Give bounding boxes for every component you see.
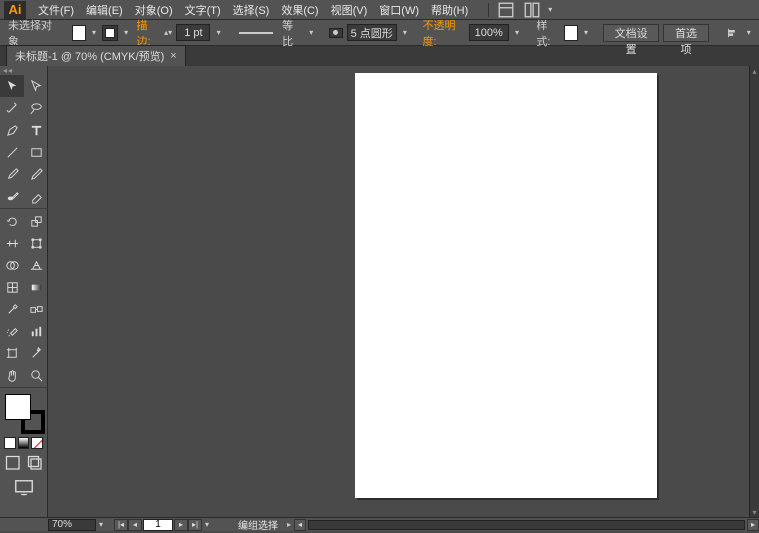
document-setup-button[interactable]: 文档设置 (603, 24, 659, 42)
fill-color-box[interactable] (5, 394, 31, 420)
rectangle-tool[interactable] (24, 141, 48, 163)
first-artboard-button[interactable]: |◂ (114, 519, 128, 531)
blend-tool[interactable] (24, 298, 48, 320)
stroke-weight-stepper[interactable]: ▴▾ (164, 24, 173, 41)
tool-separator (0, 387, 48, 388)
menu-window[interactable]: 窗口(W) (373, 0, 425, 20)
layout-icon[interactable] (497, 1, 515, 19)
selection-status-label: 未选择对象 (6, 17, 57, 49)
perspective-grid-tool[interactable] (24, 254, 48, 276)
document-tab-title: 未标题-1 @ 70% (CMYK/预览) (15, 48, 164, 64)
slice-tool[interactable] (24, 342, 48, 364)
brush-definition-input[interactable] (347, 24, 397, 41)
style-dropdown-icon[interactable]: ▾ (582, 25, 591, 41)
menu-select[interactable]: 选择(S) (227, 0, 276, 20)
type-tool[interactable] (24, 119, 48, 141)
style-label: 样式: (534, 17, 559, 49)
brush-dropdown-icon[interactable]: ▾ (401, 25, 410, 41)
free-transform-tool[interactable] (24, 232, 48, 254)
stroke-weight-input[interactable] (176, 24, 210, 41)
align-icon[interactable] (725, 26, 737, 40)
mesh-tool[interactable] (0, 276, 24, 298)
tools-panel: ◂◂ (0, 66, 48, 517)
stroke-swatch[interactable] (102, 25, 118, 41)
artboard-nav-dropdown-icon[interactable]: ▾ (202, 517, 212, 533)
close-tab-icon[interactable]: × (170, 50, 176, 62)
hscroll-right-icon[interactable]: ▸ (747, 519, 759, 531)
artboard-tool[interactable] (0, 342, 24, 364)
status-bar: 70% ▾ |◂ ◂ ▸ ▸| ▾ 编组选择 ▸ ◂ ▸ (0, 517, 759, 531)
scale-tool[interactable] (24, 210, 48, 232)
menu-bar: Ai 文件(F) 编辑(E) 对象(O) 文字(T) 选择(S) 效果(C) 视… (0, 0, 759, 20)
draw-normal-icon[interactable] (4, 455, 22, 471)
brush-preview[interactable] (329, 28, 343, 38)
tool-separator (0, 208, 48, 209)
shape-builder-tool[interactable] (0, 254, 24, 276)
lasso-tool[interactable] (24, 97, 48, 119)
artboard[interactable] (355, 73, 657, 498)
prev-artboard-button[interactable]: ◂ (128, 519, 142, 531)
eyedropper-tool[interactable] (0, 298, 24, 320)
scroll-down-icon[interactable]: ▾ (750, 507, 759, 517)
selection-tool[interactable] (0, 75, 24, 97)
width-tool[interactable] (0, 232, 24, 254)
next-artboard-button[interactable]: ▸ (174, 519, 188, 531)
hscroll-left-icon[interactable]: ◂ (294, 519, 306, 531)
main-area: ◂◂ (0, 66, 759, 517)
canvas[interactable] (48, 66, 759, 517)
stroke-label[interactable]: 描边: (134, 17, 159, 49)
last-artboard-button[interactable]: ▸| (188, 519, 202, 531)
stroke-weight-dropdown-icon[interactable]: ▾ (214, 25, 223, 41)
draw-behind-icon[interactable] (26, 455, 44, 471)
document-tab[interactable]: 未标题-1 @ 70% (CMYK/预览) × (6, 45, 186, 66)
opacity-dropdown-icon[interactable]: ▾ (513, 25, 522, 41)
symbol-sprayer-tool[interactable] (0, 320, 24, 342)
preferences-button[interactable]: 首选项 (663, 24, 709, 42)
paintbrush-tool[interactable] (0, 163, 24, 185)
line-tool[interactable] (0, 141, 24, 163)
align-dropdown-icon[interactable]: ▾ (744, 25, 753, 41)
opacity-input[interactable] (469, 24, 509, 41)
direct-selection-tool[interactable] (24, 75, 48, 97)
stroke-dropdown-icon[interactable]: ▾ (122, 25, 131, 41)
status-menu-icon[interactable]: ▸ (284, 517, 294, 533)
gradient-mode-swatch[interactable] (18, 437, 30, 449)
uniform-label: 等比 (280, 17, 303, 49)
column-graph-tool[interactable] (24, 320, 48, 342)
stroke-profile-preview[interactable] (239, 32, 273, 34)
zoom-tool[interactable] (24, 364, 48, 386)
pencil-tool[interactable] (24, 163, 48, 185)
blob-brush-tool[interactable] (0, 185, 24, 207)
zoom-level-input[interactable]: 70% (48, 519, 96, 531)
document-tab-bar: 未标题-1 @ 70% (CMYK/预览) × (0, 46, 759, 66)
rotate-tool[interactable] (0, 210, 24, 232)
pen-tool[interactable] (0, 119, 24, 141)
color-mode-swatch[interactable] (4, 437, 16, 449)
horizontal-scrollbar[interactable] (308, 520, 745, 530)
magic-wand-tool[interactable] (0, 97, 24, 119)
gradient-tool[interactable] (24, 276, 48, 298)
status-selection-label: 编组选择 (232, 517, 284, 532)
profile-dropdown-icon[interactable]: ▾ (307, 25, 316, 41)
scroll-up-icon[interactable]: ▴ (750, 66, 759, 76)
none-mode-swatch[interactable] (31, 437, 43, 449)
fill-dropdown-icon[interactable]: ▾ (90, 25, 99, 41)
opacity-label[interactable]: 不透明度: (421, 17, 465, 49)
screen-mode-icon[interactable] (13, 479, 35, 497)
menu-edit[interactable]: 编辑(E) (80, 0, 129, 20)
menu-type[interactable]: 文字(T) (179, 0, 227, 20)
arrange-dropdown-icon[interactable]: ▾ (545, 2, 555, 18)
artboard-number-input[interactable] (143, 519, 173, 531)
hand-tool[interactable] (0, 364, 24, 386)
fill-stroke-indicator[interactable] (0, 391, 47, 435)
eraser-tool[interactable] (24, 185, 48, 207)
fill-swatch[interactable] (72, 25, 86, 41)
zoom-dropdown-icon[interactable]: ▾ (96, 517, 106, 533)
menu-view[interactable]: 视图(V) (325, 0, 374, 20)
graphic-style-swatch[interactable] (564, 25, 578, 41)
vertical-scrollbar[interactable]: ▴ ▾ (749, 66, 759, 517)
control-bar: 未选择对象 ▾ ▾ 描边: ▴▾ ▾ 等比 ▾ ▾ 不透明度: ▾ 样式: ▾ … (0, 20, 759, 46)
panel-grip-icon[interactable]: ◂◂ (0, 66, 47, 75)
